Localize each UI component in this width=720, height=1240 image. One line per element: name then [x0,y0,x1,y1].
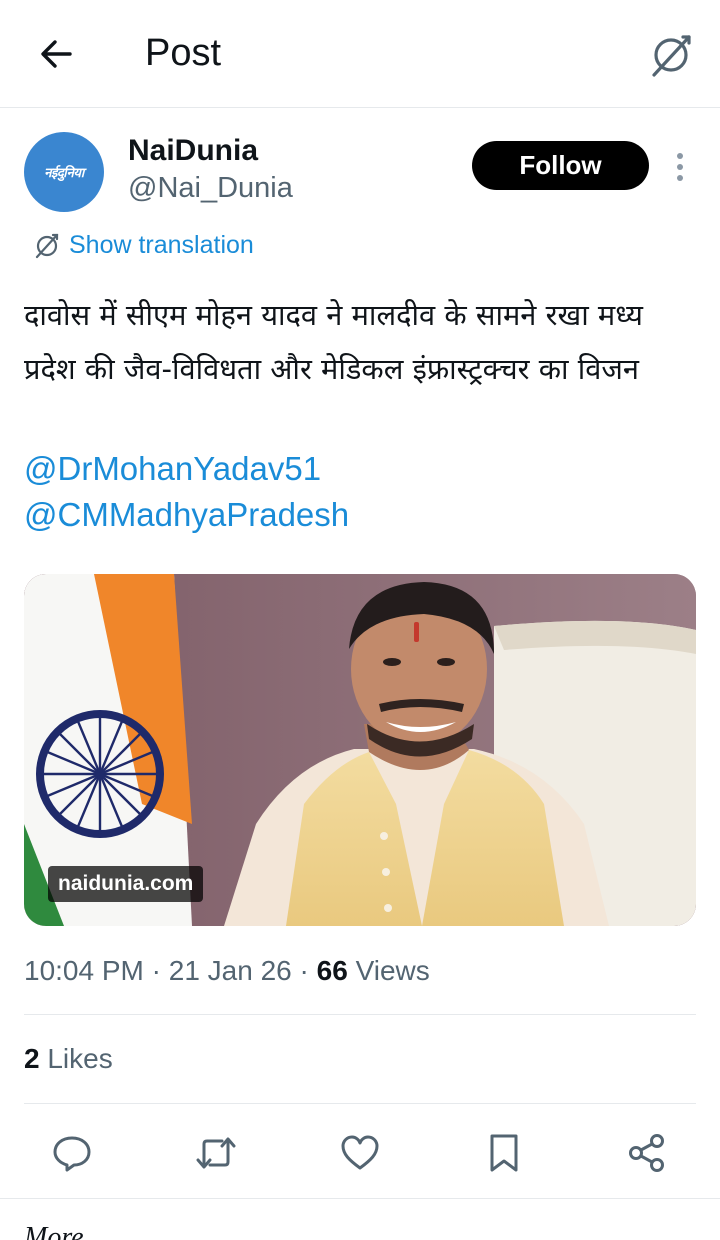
likes-count: 2 [24,1043,40,1074]
post-time: 10:04 PM [24,955,144,986]
translate-button[interactable] [644,28,698,82]
share-icon [629,1134,664,1172]
repost-icon [196,1137,236,1169]
post-image[interactable]: naidunia.com [24,574,696,926]
bookmark-icon [490,1134,518,1172]
media-watermark: naidunia.com [48,866,204,902]
mention-link-2[interactable]: @CMMadhyaPradesh [24,496,349,534]
repost-button[interactable] [191,1128,241,1178]
translate-icon [652,35,691,77]
meta-separator: · [291,955,317,986]
page-title: Post [145,32,222,74]
bookmark-button[interactable] [479,1128,529,1178]
top-app-bar: Post [0,0,720,108]
divider [0,1198,720,1199]
avatar-logo-text: नईदुनिया [44,166,84,181]
post-text: दावोस में सीएम मोहन यादव ने मालदीव के सा… [24,298,643,386]
arrow-left-icon [41,40,72,68]
author-display-name[interactable]: NaiDunia [128,134,258,168]
more-vertical-icon-dot [677,164,683,170]
views-count[interactable]: 66 [317,955,348,986]
more-vertical-icon [677,153,683,159]
action-bar [0,1118,720,1188]
more-vertical-icon-dot [677,175,683,181]
likes-label: Likes [39,1043,113,1074]
divider [24,1103,696,1104]
show-translation-link[interactable]: Show translation [33,231,254,260]
divider [24,1014,696,1015]
post-date: 21 Jan 26 [168,955,292,986]
like-button[interactable] [335,1128,385,1178]
share-button[interactable] [622,1128,672,1178]
follow-button[interactable]: Follow [472,141,649,190]
show-translation-label: Show translation [69,231,254,259]
translate-small-icon [35,233,59,258]
like-icon [341,1135,379,1170]
more-options-button[interactable] [666,150,694,184]
reply-button[interactable] [47,1128,97,1178]
more-replies-heading: More [24,1222,84,1240]
avatar[interactable]: नईदुनिया [24,132,104,212]
post-meta: 10:04 PM · 21 Jan 26 · 66 Views [24,955,430,987]
back-button[interactable] [30,30,82,78]
meta-separator: · [143,955,169,986]
likes-count-link[interactable]: 2 Likes [24,1043,113,1075]
reply-icon [53,1136,91,1172]
views-label: Views [347,955,430,986]
author-handle[interactable]: @Nai_Dunia [128,172,293,205]
mention-link-1[interactable]: @DrMohanYadav51 [24,450,321,488]
